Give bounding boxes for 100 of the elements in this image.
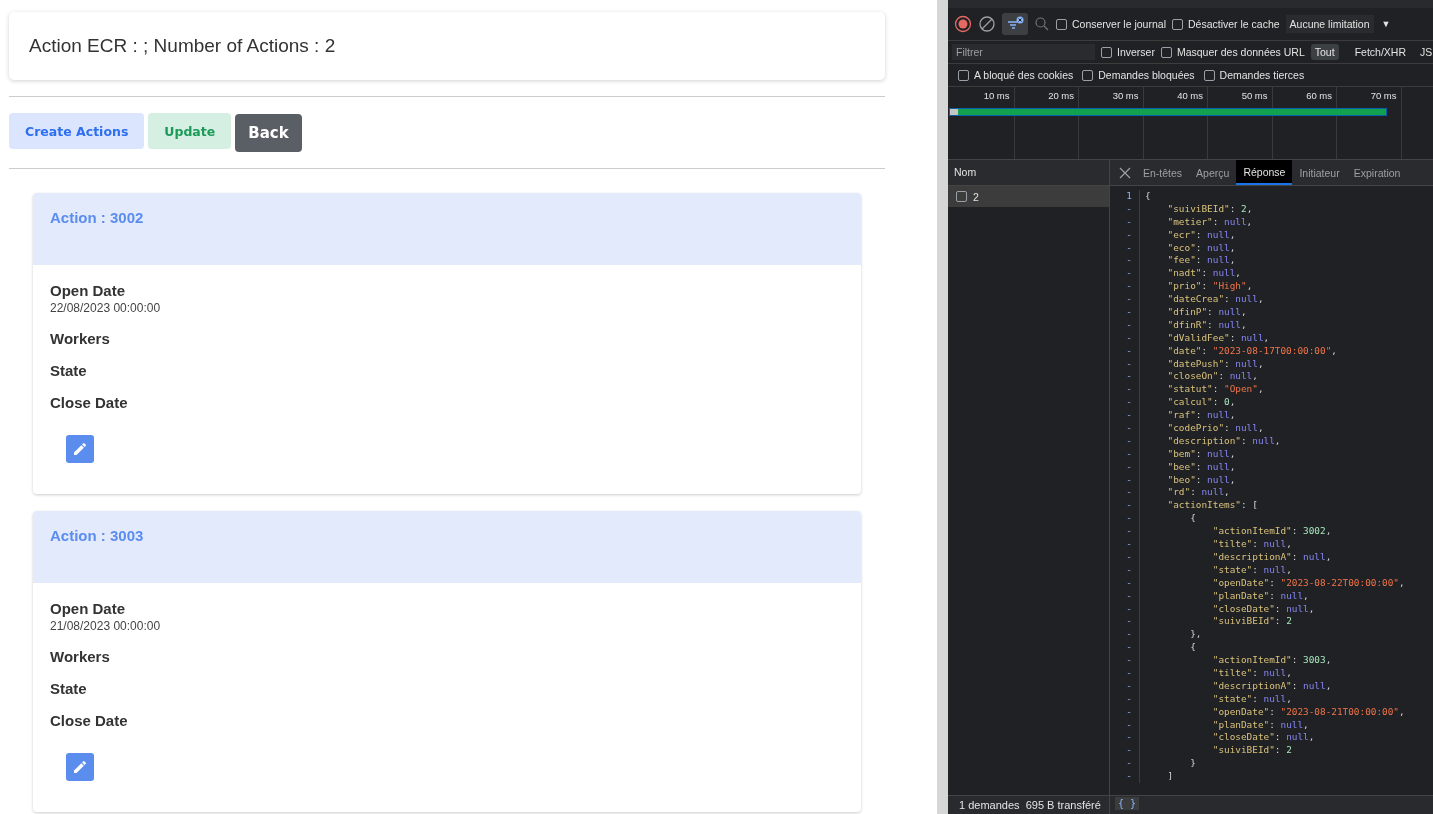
line-number: - [1110, 512, 1140, 526]
line-number: - [1110, 267, 1140, 281]
line-number: - [1110, 396, 1140, 410]
line-number: - [1110, 409, 1140, 423]
detail-tab[interactable]: Aperçu [1189, 160, 1237, 185]
line-number: - [1110, 460, 1140, 474]
tick-label: 60 ms [1306, 90, 1332, 101]
line-number: - [1110, 215, 1140, 229]
code-line: "datePush": null, [1166, 357, 1264, 371]
code-line: "raf": null, [1166, 409, 1236, 423]
type-filter[interactable]: JS [1416, 44, 1433, 60]
option-checkbox[interactable]: Demandes tierces [1203, 69, 1305, 81]
code-line: "actionItemId": 3003, [1211, 654, 1332, 667]
code-line: "suiviBEId": 2 [1211, 615, 1292, 629]
line-number: - [1110, 331, 1140, 345]
tick-label: 50 ms [1241, 90, 1268, 101]
record-icon[interactable] [954, 15, 972, 33]
code-line: "state": null, [1211, 563, 1292, 577]
create-button[interactable]: Create Actions [9, 113, 145, 149]
type-filter[interactable]: Tout [1310, 44, 1339, 60]
line-number: 1 [1110, 190, 1140, 203]
code-line: }, [1189, 628, 1202, 642]
line-number: - [1110, 757, 1140, 771]
type-filter[interactable]: Fetch/XHR [1350, 44, 1410, 60]
line-number: - [1110, 654, 1140, 667]
card-title: Action : 3002 [50, 209, 144, 226]
line-number: - [1110, 370, 1140, 384]
option-checkbox[interactable]: Inverser [1101, 46, 1155, 58]
filter-toggle[interactable] [1002, 13, 1028, 35]
code-line: } [1189, 757, 1196, 771]
search-icon[interactable] [1034, 16, 1050, 32]
throttling-select[interactable]: Aucune limitation [1285, 15, 1374, 33]
line-number: - [1110, 357, 1140, 371]
line-number: - [1110, 434, 1140, 448]
clear-icon[interactable] [978, 15, 996, 33]
line-number: - [1110, 538, 1140, 551]
line-number: - [1110, 744, 1140, 758]
page-title: Action ECR : ; Number of Actions : 2 [29, 35, 336, 57]
code-line: "description": null, [1166, 434, 1281, 448]
detail-tab[interactable]: Expiration [1346, 160, 1408, 185]
tick-label: 20 ms [1048, 90, 1074, 101]
line-number: - [1110, 499, 1140, 513]
field-label: Open Date [50, 282, 126, 299]
caret-icon[interactable]: ▼ [1381, 19, 1391, 29]
format-button[interactable]: { } [1115, 797, 1140, 810]
option-checkbox[interactable]: Masquer des données URL [1160, 46, 1305, 58]
tick-label: 10 ms [983, 90, 1010, 101]
tick-label: 40 ms [1177, 90, 1203, 101]
line-number: - [1110, 344, 1140, 358]
back-button[interactable]: Back [235, 114, 302, 152]
line-number: - [1110, 525, 1140, 539]
line-number: - [1110, 602, 1140, 616]
edit-button[interactable] [66, 435, 94, 463]
line-number: - [1110, 718, 1140, 732]
line-number: - [1110, 589, 1140, 603]
code-line: "statut": "Open", [1166, 383, 1264, 397]
request-row[interactable]: 2 [948, 186, 1109, 207]
line-number: - [1110, 679, 1140, 693]
line-number: - [1110, 473, 1140, 487]
detail-tab[interactable]: En-têtes [1136, 160, 1190, 185]
detail-tab[interactable]: Initiateur [1292, 160, 1347, 185]
line-number: - [1110, 486, 1140, 500]
code-line: "dateCrea": null, [1166, 293, 1264, 306]
code-line: "nadt": null, [1166, 267, 1241, 281]
code-line: "date": "2023-08-17T00:00:00", [1166, 344, 1337, 358]
code-line: ] [1166, 770, 1174, 783]
option-checkbox[interactable]: A bloqué des cookies [958, 69, 1074, 81]
pencil-icon [72, 759, 88, 775]
field-label: State [50, 680, 88, 697]
code-line: "descriptionA": null, [1211, 679, 1332, 693]
code-line: "actionItemId": 3002, [1211, 525, 1332, 539]
option-checkbox[interactable]: Conserver le journal [1056, 18, 1166, 30]
request-checkbox[interactable] [956, 191, 967, 202]
field-label: Open Date [50, 600, 126, 617]
line-number: - [1110, 228, 1140, 242]
line-number: - [1110, 422, 1140, 435]
line-number: - [1110, 254, 1140, 268]
tick-label: 30 ms [1112, 90, 1139, 101]
close-icon[interactable] [1119, 166, 1131, 179]
field-label: State [50, 362, 88, 379]
line-number: - [1110, 705, 1140, 719]
field-label: Workers [50, 330, 111, 347]
code-line: "fee": null, [1166, 254, 1236, 268]
line-number: - [1110, 293, 1140, 306]
line-number: - [1110, 576, 1140, 590]
code-line: "openDate": "2023-08-22T00:00:00", [1211, 576, 1405, 590]
line-number: - [1110, 731, 1140, 745]
option-checkbox[interactable]: Désactiver le cache [1171, 18, 1280, 30]
status-text: 1 demandes 695 B transféré [959, 799, 1101, 811]
code-line: "closeDate": null, [1211, 731, 1315, 745]
detail-tab[interactable]: Réponse [1236, 160, 1293, 185]
line-number: - [1110, 641, 1140, 655]
option-checkbox[interactable]: Demandes bloquées [1082, 69, 1195, 81]
line-number: - [1110, 563, 1140, 577]
code-line: "ecr": null, [1166, 228, 1236, 242]
filter-field[interactable]: Filtrer [952, 44, 1095, 60]
line-number: - [1110, 383, 1140, 397]
edit-button[interactable] [66, 753, 94, 781]
request-name: 2 [973, 190, 979, 203]
line-number: - [1110, 692, 1140, 706]
